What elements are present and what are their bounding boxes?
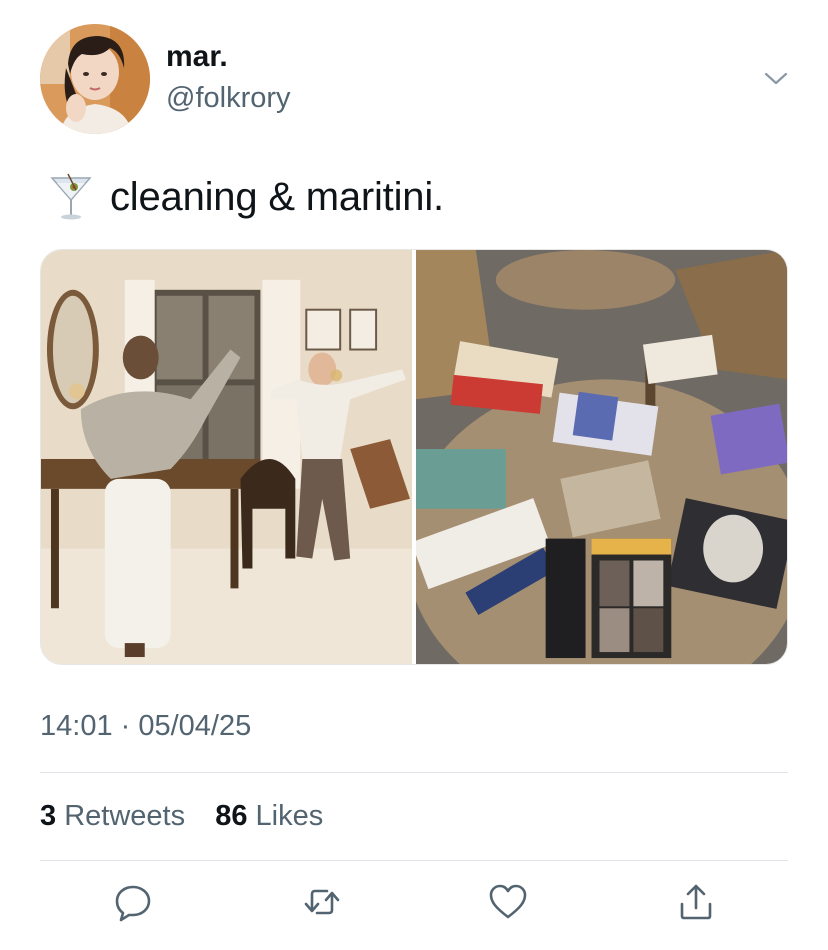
likes-stat[interactable]: 86 Likes xyxy=(215,800,323,832)
tweet-text: cleaning & maritini. xyxy=(40,170,444,224)
photo-books-on-table[interactable] xyxy=(416,250,787,664)
retweets-count: 3 xyxy=(40,800,57,832)
martini-glass-icon xyxy=(50,173,92,220)
tweet-timestamp[interactable]: 14:01 · 05/04/25 xyxy=(40,710,251,743)
retweet-icon[interactable] xyxy=(300,880,344,924)
reply-icon[interactable] xyxy=(111,880,155,924)
likes-count: 86 xyxy=(215,800,248,832)
retweets-label: Retweets xyxy=(64,800,186,832)
author-handle[interactable]: @folkrory xyxy=(166,82,291,115)
author-display-name[interactable]: mar. xyxy=(166,40,228,74)
avatar-image xyxy=(40,24,150,134)
tweet-body: cleaning & maritini. xyxy=(110,174,444,219)
photo-dancing-in-dining-room[interactable] xyxy=(41,250,412,664)
divider xyxy=(40,860,788,861)
action-bar xyxy=(0,880,828,930)
likes-label: Likes xyxy=(255,800,324,832)
heart-icon[interactable] xyxy=(486,880,530,924)
retweets-stat[interactable]: 3 Retweets xyxy=(40,800,193,832)
share-icon[interactable] xyxy=(674,880,718,924)
avatar[interactable] xyxy=(40,24,150,134)
engagement-stats: 3 Retweets 86 Likes xyxy=(40,800,323,833)
chevron-down-icon[interactable] xyxy=(762,64,790,92)
divider xyxy=(40,772,788,773)
tweet-media[interactable] xyxy=(40,249,788,665)
